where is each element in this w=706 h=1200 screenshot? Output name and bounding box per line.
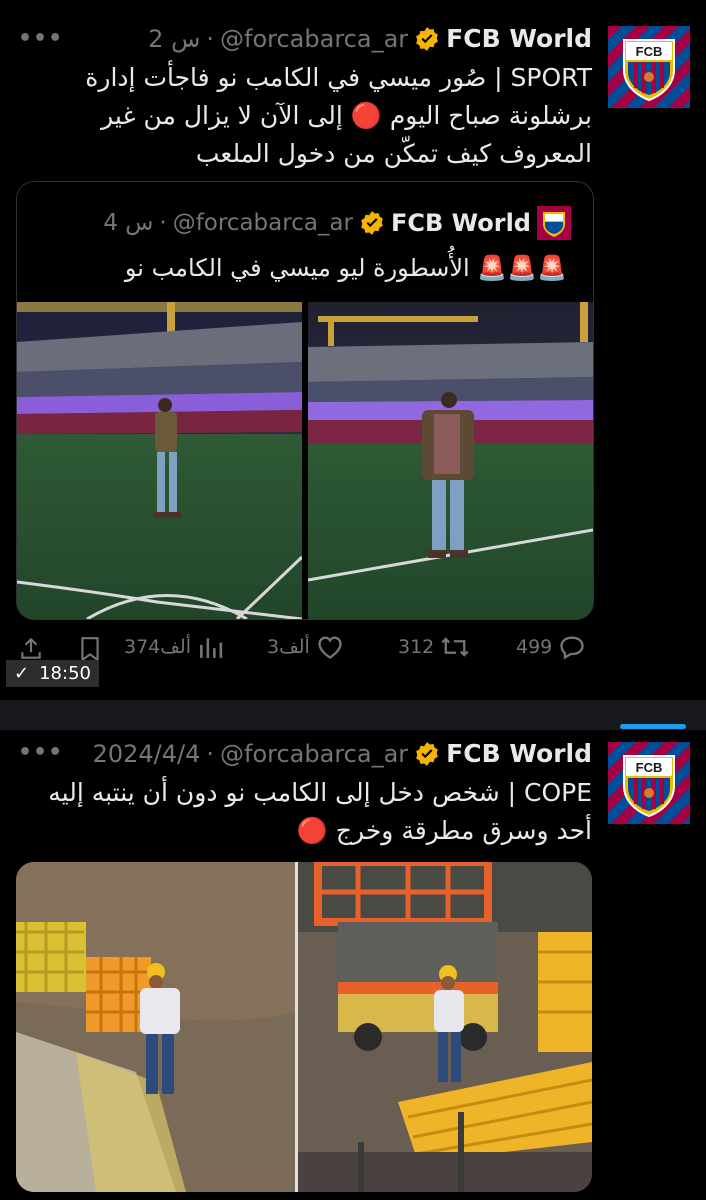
repost-count: 312 xyxy=(398,636,435,658)
tweet-body: SPORT | صُور ميسي في الكامب نو فاجأت إدا… xyxy=(12,59,592,173)
views-count: 374ألف xyxy=(124,636,192,658)
quoted-tweet[interactable]: 4 س · @forcabarca_ar FCB World 🚨🚨🚨 الأُس… xyxy=(16,181,594,620)
stadium-photo-left[interactable] xyxy=(17,302,302,619)
quoted-header: 4 س · @forcabarca_ar FCB World xyxy=(103,206,571,240)
quoted-time: 4 س xyxy=(103,210,154,236)
worker-photo-right[interactable] xyxy=(298,862,592,1192)
media-grid[interactable] xyxy=(16,862,592,1192)
reply-count: 499 xyxy=(516,636,553,658)
bookmark-button[interactable] xyxy=(79,636,101,662)
account-name[interactable]: FCB World xyxy=(446,24,592,53)
more-icon[interactable]: ••• xyxy=(18,26,63,51)
verified-badge-icon xyxy=(416,741,438,766)
tweet-body-line: برشلونة صباح اليوم 🔴 إلى الآن لا يزال من… xyxy=(101,101,592,130)
tweet-body-line: SPORT | صُور ميسي في الكامب نو فاجأت إدا… xyxy=(85,63,592,92)
tweet-time: 2024/4/4 xyxy=(92,739,201,768)
repost-button[interactable]: 312 xyxy=(398,634,470,660)
account-name[interactable]: FCB World xyxy=(446,739,592,768)
status-toast: ✓ 18:50 xyxy=(6,660,99,687)
reply-icon xyxy=(560,636,584,660)
bookmark-icon xyxy=(81,637,99,662)
tweet-time: 2 س xyxy=(148,24,201,53)
quoted-avatar xyxy=(537,206,571,240)
tweet-body-line: أحد وسرق مطرقة وخرج 🔴 xyxy=(296,816,592,845)
separator-dot: · xyxy=(206,739,215,768)
tweet-2[interactable]: ••• 2024/4/4 · @forcabarca_ar FCB World … xyxy=(0,730,706,1200)
tweet-separator xyxy=(0,700,706,730)
check-icon: ✓ xyxy=(14,663,30,684)
tweet-body-line: المعروف كيف تمكّن من دخول الملعب xyxy=(195,139,592,168)
svg-text:FCB: FCB xyxy=(636,44,663,59)
toast-time: 18:50 xyxy=(39,663,91,684)
tweet-header: 2024/4/4 · @forcabarca_ar FCB World xyxy=(93,739,592,768)
tweet-handle[interactable]: @forcabarca_ar xyxy=(220,740,408,768)
repost-icon xyxy=(441,637,469,657)
avatar[interactable]: FCB xyxy=(608,26,690,108)
tweet-body: COPE | شخص دخل إلى الكامب نو دون أن ينتب… xyxy=(12,774,592,850)
views-icon xyxy=(200,638,223,658)
quoted-account-name[interactable]: FCB World xyxy=(391,209,531,237)
more-icon[interactable]: ••• xyxy=(18,740,63,765)
verified-badge-icon xyxy=(416,26,438,51)
separator-dot: · xyxy=(159,210,167,236)
quoted-handle[interactable]: @forcabarca_ar xyxy=(173,210,353,236)
scroll-indicator[interactable] xyxy=(620,724,686,729)
verified-badge-icon xyxy=(361,211,383,235)
reply-button[interactable]: 499 xyxy=(516,634,586,660)
tweet-header: 2 س · @forcabarca_ar FCB World xyxy=(148,24,592,53)
svg-text:FCB: FCB xyxy=(636,760,663,775)
like-count: 3ألف xyxy=(267,636,310,658)
stadium-photo-right[interactable] xyxy=(308,302,593,619)
quoted-text: 🚨🚨🚨 الأُسطورة ليو ميسي في الكامب نو xyxy=(124,254,567,282)
like-icon xyxy=(318,636,342,659)
share-icon xyxy=(21,637,41,659)
separator-dot: · xyxy=(206,24,215,53)
fcb-crest-icon: FCB xyxy=(608,742,690,824)
share-button[interactable] xyxy=(18,636,44,662)
avatar[interactable]: FCB xyxy=(608,742,690,824)
fcb-crest-icon: FCB xyxy=(608,26,690,108)
views-button[interactable]: 374ألف xyxy=(124,634,223,660)
like-button[interactable]: 3ألف xyxy=(267,634,344,660)
tweet-handle[interactable]: @forcabarca_ar xyxy=(220,25,408,53)
tweet-1[interactable]: ••• 2 س · @forcabarca_ar FCB World FCB S… xyxy=(0,0,706,700)
worker-photo-left[interactable] xyxy=(16,862,295,1192)
tweet-body-line: COPE | شخص دخل إلى الكامب نو دون أن ينتب… xyxy=(48,778,592,807)
